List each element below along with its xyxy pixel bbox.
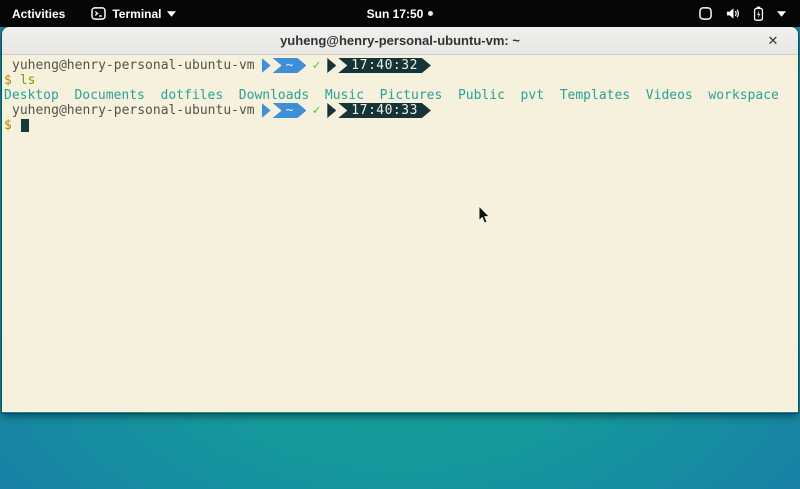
- clock-label: Sun 17:50: [367, 7, 424, 21]
- app-menu-label: Terminal: [112, 7, 161, 21]
- screencast-icon: [699, 7, 712, 20]
- prompt-line: yuheng@henry-personal-ubuntu-vm ~ ✓ 17:4…: [4, 58, 796, 73]
- window-titlebar[interactable]: yuheng@henry-personal-ubuntu-vm: ~ ✕: [2, 27, 798, 55]
- prompt-time-segment: 17:40:32: [338, 58, 431, 73]
- prompt-cwd-segment: ~: [273, 58, 307, 73]
- prompt-line: yuheng@henry-personal-ubuntu-vm ~ ✓ 17:4…: [4, 103, 796, 118]
- window-title: yuheng@henry-personal-ubuntu-vm: ~: [280, 33, 520, 48]
- prompt-symbol: $: [4, 118, 12, 133]
- volume-icon: [725, 7, 740, 20]
- close-icon[interactable]: ✕: [760, 27, 786, 54]
- notification-dot: [428, 11, 433, 16]
- prompt-symbol: $: [4, 73, 12, 88]
- battery-charging-icon: [753, 6, 764, 21]
- system-menu[interactable]: [685, 0, 800, 27]
- chevron-down-icon: [777, 11, 786, 17]
- powerline-arrow-icon: [262, 58, 271, 73]
- app-menu-terminal[interactable]: Terminal: [81, 0, 186, 27]
- powerline-arrow-icon: [262, 103, 271, 118]
- prompt-user-host: yuheng@henry-personal-ubuntu-vm: [4, 58, 255, 73]
- powerline-arrow-icon: [327, 58, 336, 73]
- prompt-user-host: yuheng@henry-personal-ubuntu-vm: [4, 103, 255, 118]
- terminal-content[interactable]: yuheng@henry-personal-ubuntu-vm ~ ✓ 17:4…: [2, 55, 798, 412]
- top-bar: Activities Terminal Sun 17:50: [0, 0, 800, 27]
- chevron-down-icon: [167, 11, 176, 17]
- clock-button[interactable]: Sun 17:50: [367, 7, 434, 21]
- terminal-window: yuheng@henry-personal-ubuntu-vm: ~ ✕ yuh…: [2, 27, 798, 413]
- text-cursor: [21, 119, 29, 132]
- command-line: $ ls: [4, 73, 796, 88]
- directory-list: Desktop Documents dotfiles Downloads Mus…: [4, 88, 779, 103]
- status-check-icon: ✓: [312, 58, 320, 73]
- top-bar-left: Activities Terminal: [0, 0, 186, 27]
- typed-command: ls: [20, 73, 36, 88]
- terminal-icon: [91, 7, 106, 20]
- prompt-cwd-segment: ~: [273, 103, 307, 118]
- status-check-icon: ✓: [312, 103, 320, 118]
- activities-button[interactable]: Activities: [0, 0, 77, 27]
- ls-output-line: Desktop Documents dotfiles Downloads Mus…: [4, 88, 796, 103]
- prompt-time-segment: 17:40:33: [338, 103, 431, 118]
- current-prompt-line: $: [4, 118, 796, 133]
- powerline-arrow-icon: [327, 103, 336, 118]
- activities-label: Activities: [12, 7, 65, 21]
